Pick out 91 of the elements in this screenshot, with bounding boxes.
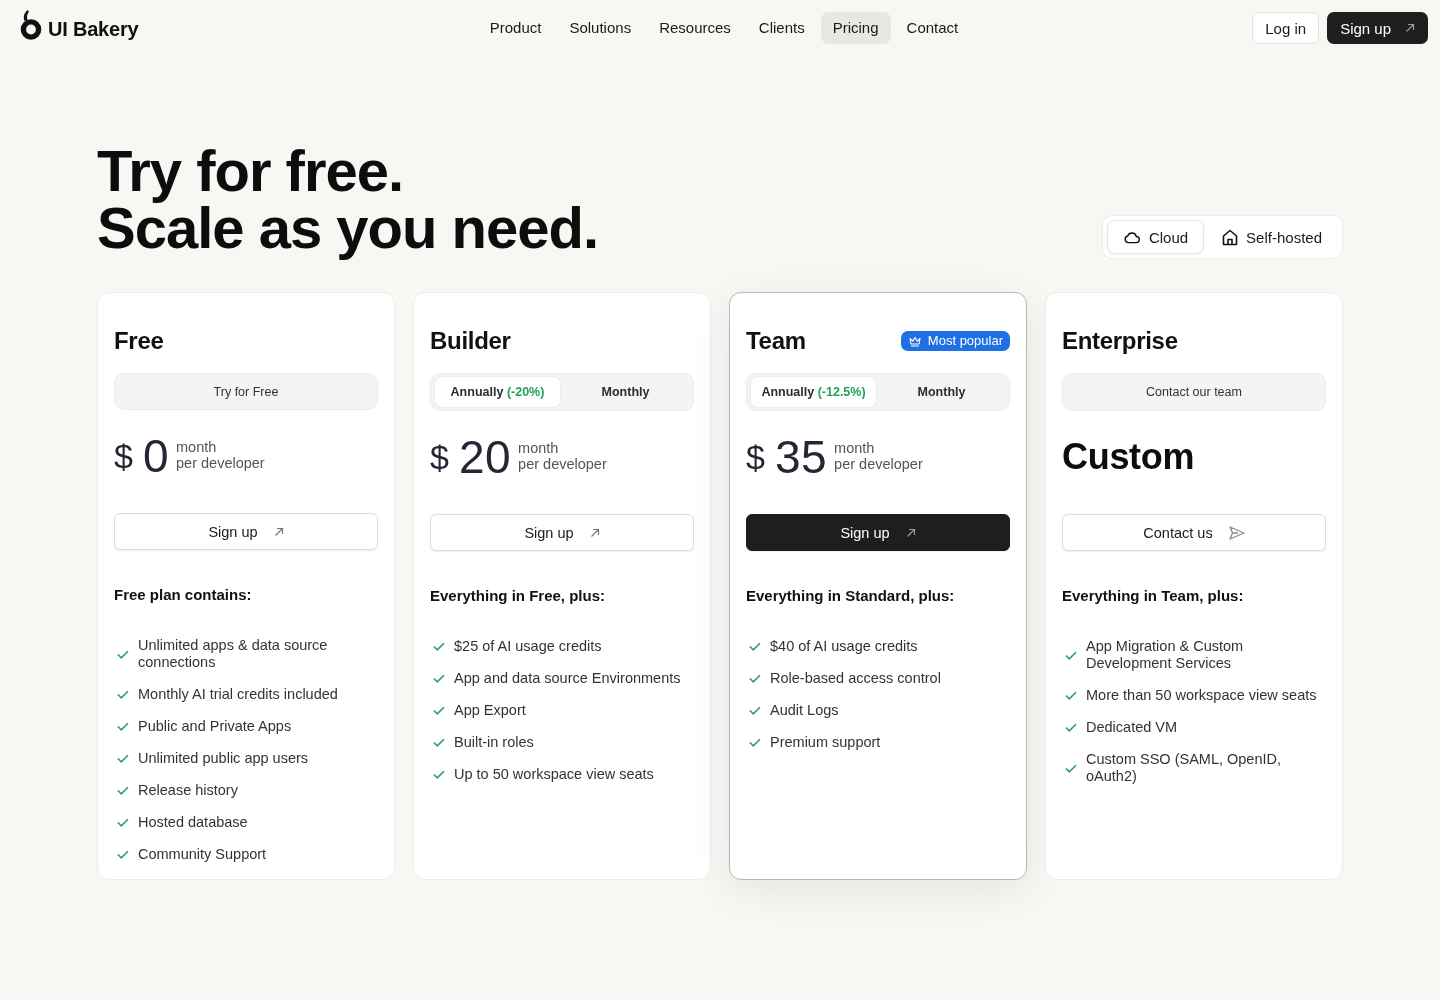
price-unit: month	[834, 440, 876, 456]
billing-note: Try for Free	[114, 372, 378, 411]
nav-link[interactable]: Resources	[647, 12, 743, 44]
feature-text: Role-based access control	[770, 670, 941, 687]
features-heading: Everything in Standard, plus:	[746, 587, 956, 604]
check-icon	[749, 738, 761, 747]
billing-note: Contact our team	[1062, 373, 1326, 411]
house-icon	[1222, 228, 1239, 246]
price-unit: month	[176, 439, 218, 456]
check-icon	[1065, 723, 1077, 732]
arrow-icon	[1405, 23, 1415, 33]
plan-name: Free	[114, 326, 164, 355]
plan-name: Team	[746, 327, 806, 355]
cloud-icon	[1122, 230, 1141, 244]
feature-text: App and data source Environments	[454, 670, 681, 687]
signup-button[interactable]: Sign up	[114, 513, 378, 550]
check-icon	[433, 706, 445, 715]
nav-link[interactable]: Clients	[746, 12, 817, 44]
arrow-icon	[589, 527, 600, 538]
feature-text: Hosted database	[138, 814, 248, 831]
check-icon	[433, 738, 445, 747]
feature-text: $25 of AI usage credits	[454, 638, 602, 655]
check-icon	[117, 649, 129, 659]
plan-name: Builder	[430, 327, 511, 355]
feature-text: Unlimited apps & data source connections	[138, 637, 329, 671]
feature-text: Custom SSO (SAML, OpenID, oAuth2)	[1086, 751, 1282, 785]
feature-text: App Export	[454, 702, 526, 719]
price-custom: Custom	[1062, 436, 1195, 478]
check-icon	[433, 674, 445, 683]
check-icon	[1065, 763, 1077, 773]
feature-text: Unlimited public app users	[138, 750, 309, 767]
price-unit: per developer	[176, 455, 265, 472]
send-icon	[1228, 525, 1245, 540]
check-icon	[117, 754, 129, 763]
arrow-icon	[273, 526, 284, 537]
price-amount: 20	[458, 434, 512, 480]
crown-icon	[908, 335, 921, 347]
feature-text: Up to 50 workspace view seats	[454, 766, 654, 783]
popular-badge: Most popular	[900, 331, 1010, 351]
check-icon	[117, 850, 129, 859]
check-icon	[749, 706, 761, 715]
arrow-icon	[905, 527, 916, 538]
feature-text: Public and Private Apps	[138, 718, 292, 735]
signup-button[interactable]: Sign up	[746, 514, 1010, 551]
feature-text: Audit Logs	[770, 702, 839, 719]
check-icon	[433, 770, 445, 779]
price-amount: 0	[142, 433, 169, 480]
price-unit: month	[518, 440, 560, 456]
feature-text: Dedicated VM	[1086, 719, 1178, 736]
features-heading: Everything in Team, plus:	[1062, 587, 1245, 604]
billing-tab[interactable]: Annually (-12.5%)	[751, 377, 876, 407]
check-icon	[117, 722, 129, 731]
check-icon	[117, 690, 129, 699]
feature-text: Community Support	[138, 846, 267, 863]
feature-text: App Migration & Custom Development Services	[1086, 638, 1245, 672]
feature-text: More than 50 workspace view seats	[1086, 687, 1317, 704]
features-heading: Free plan contains:	[114, 586, 253, 603]
price-amount: 35	[774, 434, 828, 480]
billing-tab[interactable]: Monthly	[562, 377, 689, 407]
billing-tab[interactable]: Monthly	[878, 377, 1005, 407]
feature-text: Monthly AI trial credits included	[138, 686, 338, 703]
check-icon	[749, 674, 761, 683]
currency-sign: $	[430, 437, 449, 478]
feature-text: Premium support	[770, 734, 881, 751]
check-icon	[117, 818, 129, 827]
check-icon	[1065, 691, 1077, 700]
nav-link[interactable]: Contact	[894, 12, 971, 44]
signup-button[interactable]: Sign up	[1327, 12, 1428, 44]
check-icon	[117, 786, 129, 795]
nav-link[interactable]: Pricing	[820, 12, 891, 44]
logo-text[interactable]: UI Bakery	[48, 18, 139, 41]
currency-sign: $	[746, 437, 765, 478]
billing-tab[interactable]: Annually (-20%)	[435, 377, 560, 407]
feature-text: $40 of AI usage credits	[770, 638, 918, 655]
check-icon	[1065, 650, 1077, 660]
feature-text: Release history	[138, 782, 238, 799]
logo-icon	[20, 9, 42, 41]
check-icon	[749, 642, 761, 651]
price-unit: per developer	[834, 456, 923, 472]
features-heading: Everything in Free, plus:	[430, 587, 607, 604]
plan-name: Enterprise	[1062, 327, 1178, 355]
feature-text: Built-in roles	[454, 734, 534, 751]
nav-link[interactable]: Product	[477, 12, 554, 44]
hosting-tab[interactable]: Cloud	[1106, 220, 1205, 254]
check-icon	[433, 642, 445, 651]
price-unit: per developer	[518, 456, 607, 472]
login-button[interactable]: Log in	[1252, 12, 1320, 44]
contact-button[interactable]: Contact us	[1062, 514, 1326, 551]
nav-link[interactable]: Solutions	[557, 12, 644, 44]
currency-sign: $	[114, 436, 133, 478]
signup-button[interactable]: Sign up	[430, 514, 694, 551]
